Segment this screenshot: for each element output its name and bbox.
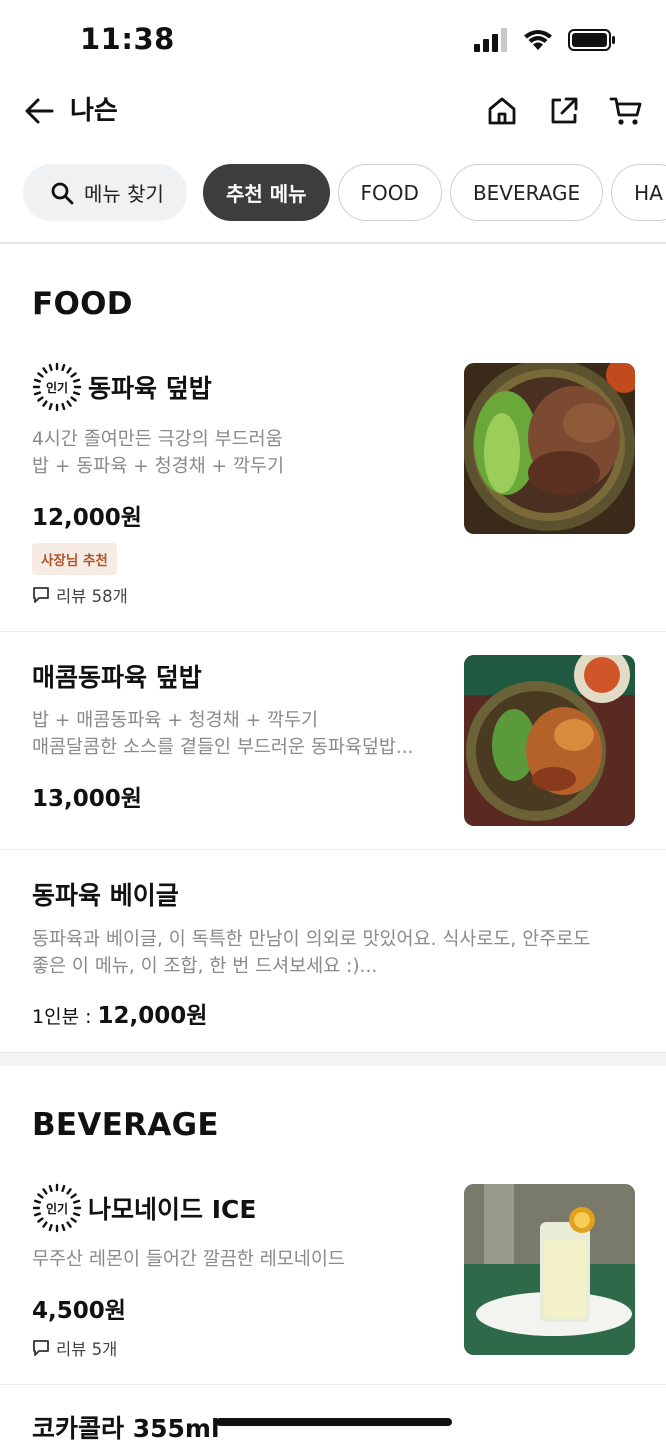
cart-icon (609, 97, 642, 125)
store-title: 나슨 (70, 96, 118, 126)
item-photo-lemonade (464, 1184, 635, 1355)
item-desc: 4시간 졸여만든 극강의 부드러움 밥 + 동파육 + 청경채 + 깍두기 (32, 426, 284, 480)
chips-divider (0, 242, 666, 244)
cart-button[interactable] (607, 92, 645, 130)
item-name: 매콤동파육 덮밥 (32, 663, 202, 692)
food-bowl-image (464, 363, 635, 534)
chip-ha[interactable]: HA (611, 164, 666, 221)
item-desc: 동파육과 베이글, 이 독특한 만남이 의외로 맛있어요. 식사로도, 안주로도… (32, 926, 590, 980)
price-prefix: 1인분 : (32, 1006, 98, 1028)
section-divider (0, 1052, 666, 1066)
item-desc-line: 좋은 이 메뉴, 이 조합, 한 번 드셔보세요 :)... (32, 956, 378, 977)
chip-recommended[interactable]: 추천 메뉴 (202, 164, 330, 221)
status-time: 11:38 (80, 22, 175, 56)
lemonade-image (464, 1184, 635, 1355)
category-chips: 메뉴 찾기 추천 메뉴 FOOD BEVERAGE HA (23, 164, 666, 221)
item-divider (0, 631, 666, 632)
chip-food[interactable]: FOOD (337, 164, 442, 221)
cellular-signal-icon (474, 28, 507, 52)
search-icon (51, 182, 74, 204)
status-bar: 11:38 (0, 0, 666, 80)
home-indicator (216, 1418, 452, 1426)
item-name: 나모네이드 ICE (88, 1195, 257, 1224)
comment-icon (33, 587, 49, 603)
popular-badge: 인기 (32, 1183, 82, 1233)
comment-icon (33, 1340, 49, 1356)
popular-badge-label: 인기 (45, 1201, 69, 1216)
battery-icon (568, 29, 615, 51)
item-photo-spicy-dongpa-rice (464, 655, 635, 826)
chip-beverage[interactable]: BEVERAGE (449, 164, 604, 221)
menu-search-chip[interactable]: 메뉴 찾기 (23, 164, 187, 221)
item-name-row: 코카콜라 355ml (32, 1409, 220, 1440)
review-count: 리뷰 5개 (32, 1336, 117, 1360)
food-bowl-image (464, 655, 635, 826)
review-count-label: 리뷰 5개 (56, 1340, 118, 1359)
item-name-row: 인기 동파육 덮밥 (32, 362, 212, 412)
item-desc-line: 밥 + 매콤동파육 + 청경채 + 깍두기 (32, 710, 319, 731)
item-desc-line: 매콤달콤한 소스를 곁들인 부드러운 동파육덮밥... (32, 737, 414, 758)
item-desc-line: 동파육과 베이글, 이 독특한 만남이 의외로 맛있어요. 식사로도, 안주로도 (32, 929, 591, 950)
item-name-row: 동파육 베이글 (32, 876, 179, 912)
back-button[interactable] (22, 94, 56, 128)
item-name: 동파육 베이글 (32, 881, 179, 910)
item-divider (0, 849, 666, 850)
item-price-row: 1인분 : 12,000원 (32, 996, 207, 1030)
item-desc-line: 4시간 졸여만든 극강의 부드러움 (32, 429, 283, 450)
item-name-row: 인기 나모네이드 ICE (32, 1183, 256, 1233)
item-divider (0, 1384, 666, 1385)
item-name-row: 매콤동파육 덮밥 (32, 658, 202, 694)
item-photo-dongpa-rice (464, 363, 635, 534)
item-name: 동파육 덮밥 (88, 374, 212, 403)
item-price: 12,000원 (32, 505, 142, 531)
owner-recommend-tag: 사장님 추천 (32, 543, 117, 575)
home-icon (488, 97, 516, 125)
arrow-left-icon (25, 98, 54, 124)
share-icon (551, 97, 578, 124)
share-button[interactable] (545, 92, 583, 130)
popular-badge: 인기 (32, 362, 82, 412)
section-title-food: FOOD (32, 286, 133, 322)
menu-search-label: 메뉴 찾기 (84, 182, 164, 206)
item-desc: 밥 + 매콤동파육 + 청경채 + 깍두기 매콤달콤한 소스를 곁들인 부드러운… (32, 707, 414, 761)
item-name: 코카콜라 355ml (32, 1414, 220, 1440)
popular-badge-label: 인기 (45, 380, 69, 395)
item-price: 12,000원 (97, 1003, 208, 1029)
item-desc: 무주산 레몬이 들어간 깔끔한 레모네이드 (32, 1246, 345, 1273)
item-desc-line: 밥 + 동파육 + 청경채 + 깍두기 (32, 456, 284, 477)
status-icons (474, 26, 616, 54)
wifi-icon (524, 30, 552, 50)
item-price: 4,500원 (32, 1298, 126, 1324)
nav-bar: 나슨 (0, 80, 666, 144)
home-button[interactable] (483, 92, 521, 130)
item-price: 13,000원 (32, 786, 142, 812)
review-count-label: 리뷰 58개 (56, 587, 128, 606)
section-title-beverage: BEVERAGE (32, 1107, 219, 1143)
item-desc-line: 무주산 레몬이 들어간 깔끔한 레모네이드 (32, 1249, 345, 1270)
review-count: 리뷰 58개 (32, 583, 128, 607)
